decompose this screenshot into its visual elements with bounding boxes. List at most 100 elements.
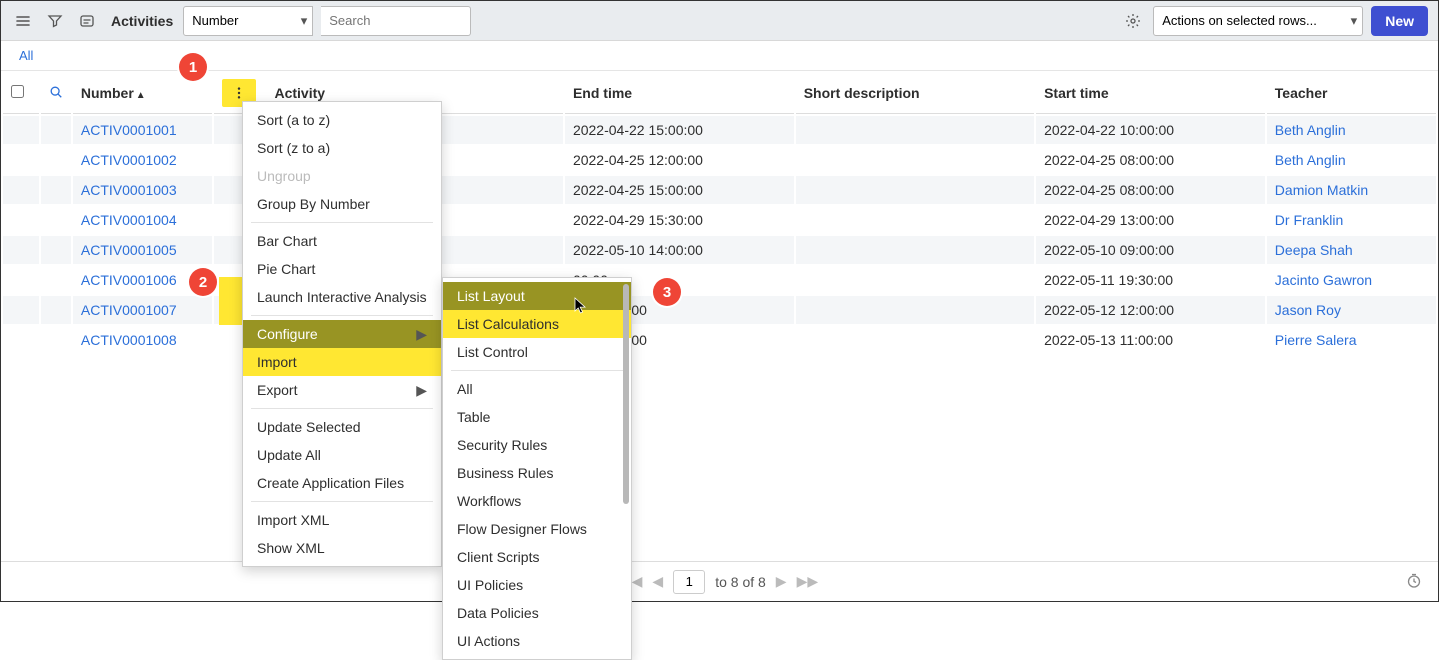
cell-end-time: 2022-04-25 12:00:00 xyxy=(565,146,794,174)
annotation-badge-2: 2 xyxy=(189,268,217,296)
record-number-link[interactable]: ACTIV0001001 xyxy=(81,122,177,138)
teacher-link[interactable]: Beth Anglin xyxy=(1275,152,1346,168)
search-field-select[interactable]: Number xyxy=(183,6,313,36)
breadcrumb: All xyxy=(1,41,1438,71)
table-row[interactable]: ACTIV0001007 12 15:30:00 2022-05-12 12:0… xyxy=(3,296,1436,324)
select-all-checkbox[interactable] xyxy=(11,85,24,98)
cell-start-time: 2022-05-10 09:00:00 xyxy=(1036,236,1265,264)
column-header-teacher[interactable]: Teacher xyxy=(1267,73,1436,114)
menu-separator xyxy=(451,370,623,371)
breadcrumb-all[interactable]: All xyxy=(19,48,33,63)
menu-group-by[interactable]: Group By Number xyxy=(243,190,441,218)
next-page-button[interactable]: ▶ xyxy=(776,573,787,590)
gear-icon[interactable] xyxy=(1121,9,1145,33)
teacher-link[interactable]: Damion Matkin xyxy=(1275,182,1368,198)
submenu-business-rules[interactable]: Business Rules xyxy=(443,459,631,487)
submenu-ui-actions[interactable]: UI Actions xyxy=(443,627,631,655)
current-page-input[interactable] xyxy=(673,570,705,594)
filter-icon[interactable] xyxy=(43,9,67,33)
search-input[interactable] xyxy=(321,6,471,36)
chevron-right-icon: ▶ xyxy=(416,380,427,400)
table-row[interactable]: ACTIV0001005 2022-05-10 14:00:00 2022-05… xyxy=(3,236,1436,264)
new-button[interactable]: New xyxy=(1371,6,1428,36)
submenu-list-calculations[interactable]: List Calculations xyxy=(443,310,631,338)
last-page-button[interactable]: ▶▶ xyxy=(797,573,819,590)
annotation-badge-3: 3 xyxy=(653,278,681,306)
sort-asc-icon: ▲ xyxy=(136,90,146,101)
pagination-bar: ◀◀ ◀ to 8 of 8 ▶ ▶▶ xyxy=(1,561,1438,601)
page-range-text: to 8 of 8 xyxy=(715,574,766,590)
submenu-ui-policies[interactable]: UI Policies xyxy=(443,571,631,599)
record-number-link[interactable]: ACTIV0001003 xyxy=(81,182,177,198)
cell-start-time: 2022-05-13 11:00:00 xyxy=(1036,326,1265,354)
cell-start-time: 2022-04-29 13:00:00 xyxy=(1036,206,1265,234)
menu-update-selected[interactable]: Update Selected xyxy=(243,413,441,441)
submenu-flow-designer-flows[interactable]: Flow Designer Flows xyxy=(443,515,631,543)
menu-import[interactable]: Import xyxy=(243,348,441,376)
record-number-link[interactable]: ACTIV0001002 xyxy=(81,152,177,168)
column-header-end-time[interactable]: End time xyxy=(565,73,794,114)
actions-on-selected-select[interactable]: Actions on selected rows... xyxy=(1153,6,1363,36)
cell-end-time: 2022-04-25 15:00:00 xyxy=(565,176,794,204)
teacher-link[interactable]: Pierre Salera xyxy=(1275,332,1357,348)
chevron-right-icon: ▶ xyxy=(416,324,427,344)
cell-start-time: 2022-04-25 08:00:00 xyxy=(1036,146,1265,174)
submenu-list-layout[interactable]: List Layout xyxy=(443,282,631,310)
menu-import-xml[interactable]: Import XML xyxy=(243,506,441,534)
menu-ungroup: Ungroup xyxy=(243,162,441,190)
submenu-all[interactable]: All xyxy=(443,375,631,403)
column-header-short-description[interactable]: Short description xyxy=(796,73,1034,114)
activity-stream-icon[interactable] xyxy=(75,9,99,33)
submenu-workflows[interactable]: Workflows xyxy=(443,487,631,515)
submenu-table[interactable]: Table xyxy=(443,403,631,431)
column-header-start-time[interactable]: Start time xyxy=(1036,73,1265,114)
teacher-link[interactable]: Deepa Shah xyxy=(1275,242,1353,258)
menu-sort-za[interactable]: Sort (z to a) xyxy=(243,134,441,162)
annotation-badge-1: 1 xyxy=(179,53,207,81)
menu-bar-chart[interactable]: Bar Chart xyxy=(243,227,441,255)
cell-start-time: 2022-05-12 12:00:00 xyxy=(1036,296,1265,324)
table-row[interactable]: ACTIV0001001 2022-04-22 15:00:00 2022-04… xyxy=(3,116,1436,144)
menu-configure[interactable]: Configure ▶ xyxy=(243,320,441,348)
menu-sort-az[interactable]: Sort (a to z) xyxy=(243,106,441,134)
record-number-link[interactable]: ACTIV0001007 xyxy=(81,302,177,318)
table-row[interactable]: ACTIV0001004 2022-04-29 15:30:00 2022-04… xyxy=(3,206,1436,234)
record-number-link[interactable]: ACTIV0001005 xyxy=(81,242,177,258)
menu-create-app-files[interactable]: Create Application Files xyxy=(243,469,441,497)
teacher-link[interactable]: Beth Anglin xyxy=(1275,122,1346,138)
teacher-link[interactable]: Dr Franklin xyxy=(1275,212,1343,228)
column-search-icon[interactable] xyxy=(41,73,71,114)
cell-start-time: 2022-04-25 08:00:00 xyxy=(1036,176,1265,204)
menu-launch-interactive-analysis[interactable]: Launch Interactive Analysis xyxy=(243,283,441,311)
list-menu-icon[interactable] xyxy=(11,9,35,33)
submenu-list-control[interactable]: List Control xyxy=(443,338,631,366)
menu-separator xyxy=(251,222,433,223)
menu-pie-chart[interactable]: Pie Chart xyxy=(243,255,441,283)
cell-start-time: 2022-04-22 10:00:00 xyxy=(1036,116,1265,144)
list-toolbar: Activities Number ▾ Actions on selected … xyxy=(1,1,1438,41)
menu-update-all[interactable]: Update All xyxy=(243,441,441,469)
record-number-link[interactable]: ACTIV0001008 xyxy=(81,332,177,348)
table-row[interactable]: ACTIV0001002 2022-04-25 12:00:00 2022-04… xyxy=(3,146,1436,174)
record-number-link[interactable]: ACTIV0001006 xyxy=(81,272,177,288)
scrollbar[interactable] xyxy=(623,284,629,653)
prev-page-button[interactable]: ◀ xyxy=(652,573,663,590)
table-row[interactable]: ACTIV0001006 00:00 2022-05-11 19:30:00 J… xyxy=(3,266,1436,294)
menu-separator xyxy=(251,408,433,409)
cell-end-time: 2022-04-29 15:30:00 xyxy=(565,206,794,234)
list-title: Activities xyxy=(111,13,173,29)
submenu-data-policies[interactable]: Data Policies xyxy=(443,599,631,627)
menu-show-xml[interactable]: Show XML xyxy=(243,534,441,562)
menu-export[interactable]: Export ▶ xyxy=(243,376,441,404)
record-number-link[interactable]: ACTIV0001004 xyxy=(81,212,177,228)
teacher-link[interactable]: Jacinto Gawron xyxy=(1275,272,1372,288)
menu-separator xyxy=(251,315,433,316)
timing-icon[interactable] xyxy=(1406,572,1422,591)
submenu-security-rules[interactable]: Security Rules xyxy=(443,431,631,459)
teacher-link[interactable]: Jason Roy xyxy=(1275,302,1341,318)
cell-end-time: 2022-05-10 14:00:00 xyxy=(565,236,794,264)
table-row[interactable]: ACTIV0001003 2022-04-25 15:00:00 2022-04… xyxy=(3,176,1436,204)
configure-submenu: List Layout List Calculations List Contr… xyxy=(442,277,632,660)
submenu-client-scripts[interactable]: Client Scripts xyxy=(443,543,631,571)
table-row[interactable]: ACTIV0001008 13 14:00:00 2022-05-13 11:0… xyxy=(3,326,1436,354)
